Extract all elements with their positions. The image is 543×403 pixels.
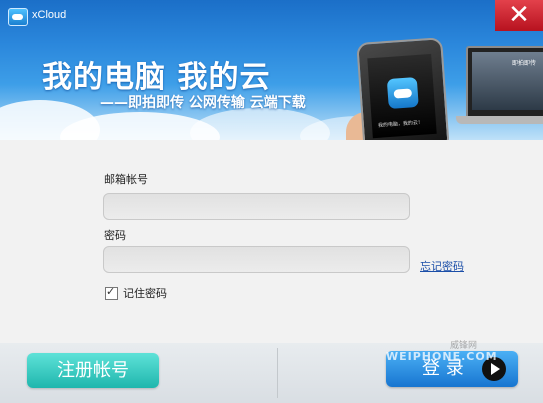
xcloud-app-icon (386, 76, 419, 110)
email-label: 邮箱帐号 (104, 173, 148, 186)
bottom-divider (277, 348, 278, 398)
password-field[interactable] (104, 247, 409, 272)
laptop-base (456, 116, 543, 124)
banner-headline: 我的电脑 我的云 (42, 60, 271, 95)
watermark-site: WEIPHONE.COM (386, 350, 498, 363)
title-bar: xCloud ✕ (0, 0, 543, 32)
xcloud-login-window: 我的电脑 我的云 ——即拍即传 公网传输 云端下载 我的电脑，我的云！ 即拍即传… (0, 0, 543, 403)
remember-password-label: 记住密码 (123, 287, 167, 300)
login-form: 邮箱帐号 密码 忘记密码 记住密码 (0, 140, 543, 343)
phone-caption: 我的电脑，我的云！ (377, 119, 424, 129)
phone-illustration: 我的电脑，我的云！ (356, 37, 450, 140)
banner-subline: ——即拍即传 公网传输 云端下载 (100, 95, 306, 111)
laptop-screen-text: 即拍即传 (512, 60, 537, 67)
window-title: xCloud (32, 9, 67, 21)
remember-password-checkbox[interactable] (105, 285, 118, 300)
email-field[interactable] (104, 194, 409, 219)
register-button[interactable]: 注册帐号 (27, 353, 159, 388)
close-button[interactable]: ✕ (495, 0, 543, 31)
password-field-wrapper (103, 246, 410, 273)
cloud-app-icon (8, 8, 28, 26)
password-label: 密码 (104, 229, 126, 242)
remember-password-option[interactable]: 记住密码 (105, 285, 167, 301)
forgot-password-link[interactable]: 忘记密码 (420, 258, 464, 274)
email-field-wrapper (103, 193, 410, 220)
